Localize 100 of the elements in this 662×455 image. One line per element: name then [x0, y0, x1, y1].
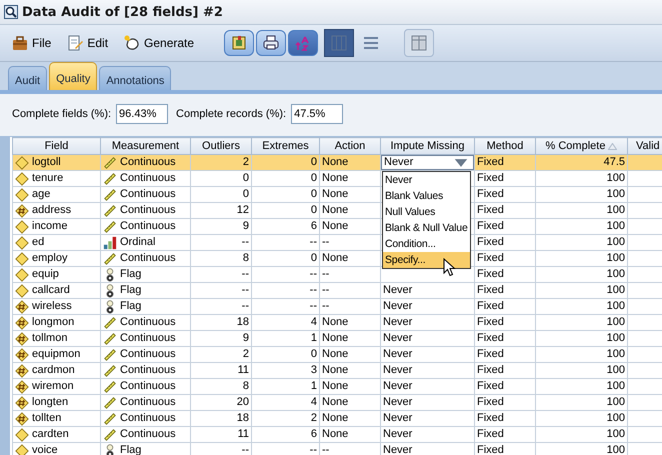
table-cell: longmon — [32, 316, 74, 329]
ruler-icon — [103, 204, 117, 218]
table-cell: Never — [380, 378, 474, 394]
table-cell: None — [320, 330, 380, 346]
value-field[interactable]: 47.5% — [291, 104, 344, 124]
table-cell: -- — [252, 266, 320, 282]
ruler-icon — [103, 428, 117, 442]
toolbar-button[interactable] — [256, 30, 286, 56]
table-cell: Fixed — [474, 298, 536, 314]
column-header[interactable]: % Complete — [536, 138, 628, 154]
table-cell: cardmon — [32, 364, 75, 377]
column-header[interactable]: Valid — [628, 138, 662, 154]
menu-item[interactable]: File — [8, 33, 56, 53]
ruler-icon — [103, 332, 117, 346]
document-pencil-icon — [67, 35, 84, 51]
list-icon — [363, 35, 380, 51]
diamond-icon — [15, 236, 29, 250]
table-cell: Never — [380, 362, 474, 378]
table-cell: 1 — [252, 378, 320, 394]
table-cell: Never — [380, 330, 474, 346]
table-cell: Continuous — [120, 156, 176, 169]
column-header[interactable]: Field — [12, 138, 100, 154]
table-cell: age — [32, 188, 50, 201]
table-cell: 2 — [190, 346, 252, 362]
table-cell: Flag — [120, 300, 142, 313]
table-cell: 0 — [190, 170, 252, 186]
ruler-icon — [103, 188, 117, 202]
field-label: Complete fields (%): — [12, 108, 112, 120]
table-cell: Fixed — [474, 314, 536, 330]
table-cell: None — [320, 378, 380, 394]
table-cell: Fixed — [474, 346, 536, 362]
table-cell: tollmon — [32, 332, 68, 345]
table-cell: 100 — [536, 250, 628, 266]
column-header[interactable]: Method — [474, 138, 536, 154]
table-cell: Fixed — [474, 442, 536, 455]
column-header[interactable]: Outliers — [190, 138, 252, 154]
table-cell: None — [320, 154, 380, 170]
table-cell: 100 — [536, 314, 628, 330]
table-cell: 100 — [536, 378, 628, 394]
table-cell: Continuous — [120, 188, 176, 201]
diamond-icon — [15, 444, 29, 455]
table-cell: 8 — [190, 250, 252, 266]
table-cell: Continuous — [120, 396, 176, 409]
table-cell: Flag — [120, 268, 142, 281]
table-cell: -- — [190, 282, 252, 298]
column-header[interactable]: Action — [320, 138, 380, 154]
diamond-icon — [15, 252, 29, 266]
hash-diamond-icon — [15, 412, 29, 426]
table-cell: Fixed — [474, 186, 536, 202]
table-cell: 18 — [190, 410, 252, 426]
view-toggle[interactable] — [404, 29, 434, 57]
hash-diamond-icon — [15, 396, 29, 410]
tab[interactable]: Quality — [49, 62, 98, 90]
table-cell: ed — [32, 236, 44, 249]
table-cell: address — [32, 204, 72, 217]
table-cell: 0 — [252, 250, 320, 266]
table-cell: 100 — [536, 202, 628, 218]
tab[interactable]: Audit — [8, 66, 48, 90]
table-cell: 4 — [252, 394, 320, 410]
menu-item[interactable]: Edit — [63, 33, 112, 53]
table-cell: Fixed — [474, 330, 536, 346]
table-cell: -- — [190, 266, 252, 282]
dropdown-field[interactable]: Never — [381, 155, 474, 170]
table-cell: voice — [32, 444, 58, 455]
table-cell: Fixed — [474, 154, 536, 170]
menu-item[interactable]: Generate — [120, 33, 198, 53]
hash-diamond-icon — [15, 204, 29, 218]
table-cell: Fixed — [474, 426, 536, 442]
tab[interactable]: Annotations — [99, 66, 172, 90]
table-cell: None — [320, 186, 380, 202]
table-cell: logtoll — [32, 156, 61, 169]
view-toggle[interactable] — [324, 29, 354, 57]
table-export-icon — [231, 35, 248, 51]
diamond-icon — [15, 220, 29, 234]
hash-diamond-icon — [15, 316, 29, 330]
table-cell: Fixed — [474, 394, 536, 410]
column-header[interactable]: Extremes — [252, 138, 320, 154]
toolbar-button[interactable] — [224, 30, 254, 56]
table-cell: Never — [380, 298, 474, 314]
value-field[interactable]: 96.43% — [116, 104, 168, 124]
table-cell: Never — [380, 426, 474, 442]
diamond-icon — [15, 428, 29, 442]
table-cell: None — [320, 218, 380, 234]
table-cell: 6 — [252, 426, 320, 442]
column-header[interactable]: Measurement — [100, 138, 190, 154]
table-cell: Continuous — [120, 364, 176, 377]
table-cell: 100 — [536, 346, 628, 362]
table-cell: 0 — [252, 202, 320, 218]
ruler-icon — [103, 364, 117, 378]
table-cell: wireless — [32, 300, 72, 313]
table-cell: Continuous — [120, 316, 176, 329]
table-cell: callcard — [32, 284, 70, 297]
table-cell: Continuous — [120, 220, 176, 233]
ruler-icon — [103, 156, 117, 170]
column-header[interactable]: Impute Missing — [380, 138, 474, 154]
table-cell: -- — [320, 442, 380, 455]
briefcase-icon — [12, 35, 28, 51]
ruler-icon — [103, 412, 117, 426]
table-cell: longten — [32, 396, 68, 409]
table-cell: 4 — [252, 314, 320, 330]
